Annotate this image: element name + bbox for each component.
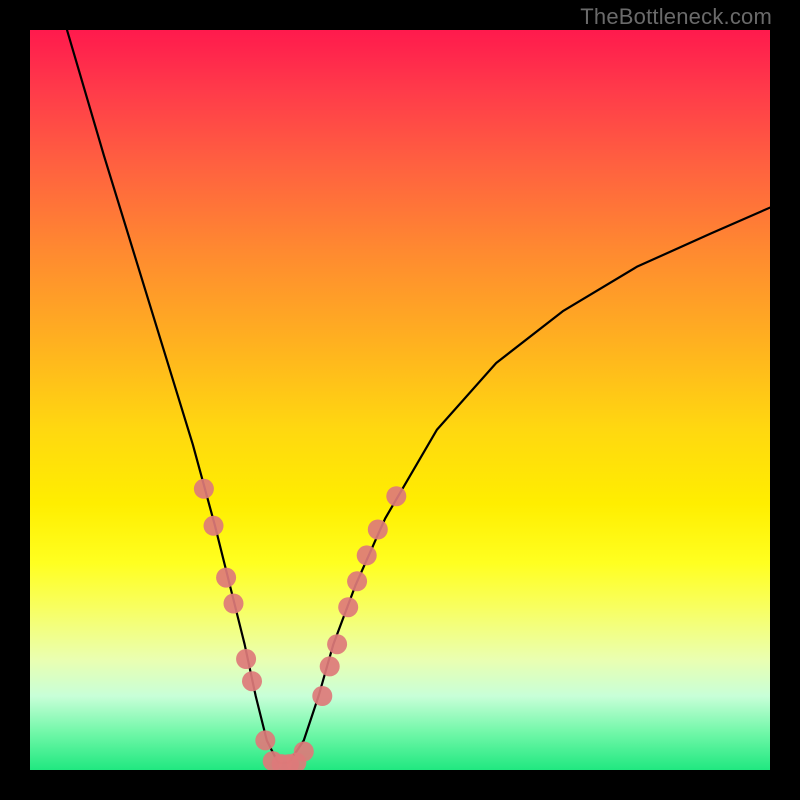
watermark-text: TheBottleneck.com (580, 4, 772, 30)
highlight-dot (242, 671, 262, 691)
highlight-dot (327, 634, 347, 654)
highlight-dot (236, 649, 256, 669)
highlight-dot (357, 545, 377, 565)
plot-area (30, 30, 770, 770)
highlight-dot (294, 742, 314, 762)
chart-canvas (30, 30, 770, 770)
bottleneck-curve (67, 30, 770, 763)
highlight-dot (368, 520, 388, 540)
highlight-dot (194, 479, 214, 499)
highlight-dot (347, 571, 367, 591)
highlight-dot (338, 597, 358, 617)
highlight-dot (216, 568, 236, 588)
highlight-dot (224, 594, 244, 614)
highlight-dot (255, 730, 275, 750)
highlight-dot (320, 656, 340, 676)
chart-frame: TheBottleneck.com (0, 0, 800, 800)
highlight-dot (204, 516, 224, 536)
highlight-dot (386, 486, 406, 506)
highlight-dot (312, 686, 332, 706)
